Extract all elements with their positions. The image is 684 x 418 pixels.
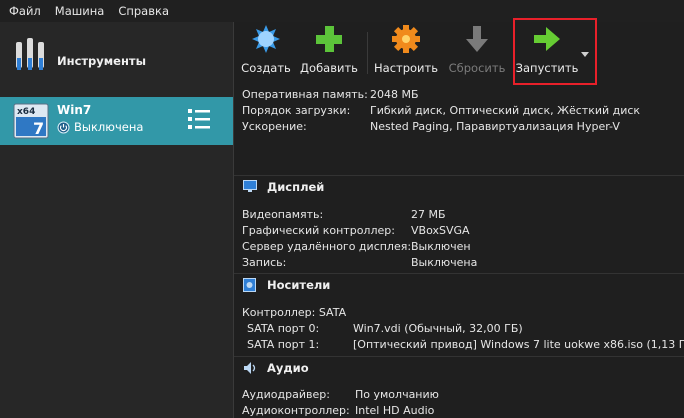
- display-value: Выключена: [411, 256, 478, 269]
- toolbar-separator: [367, 32, 368, 74]
- storage-icon: [243, 278, 256, 292]
- display-key: Сервер удалённого дисплея:: [242, 240, 412, 253]
- display-key: Графический контроллер:: [242, 224, 395, 237]
- display-key: Запись:: [242, 256, 287, 269]
- system-key: Ускорение:: [242, 120, 307, 133]
- vm-state-label: Выключена: [74, 120, 144, 134]
- storage-key: SATA порт 1:: [247, 338, 320, 351]
- create-label: Создать: [241, 61, 291, 75]
- settings-button[interactable]: Настроить: [374, 24, 438, 86]
- system-value: Nested Paging, Паравиртуализация Hyper-V: [370, 120, 620, 133]
- list-menu-icon[interactable]: [187, 107, 211, 133]
- menu-machine[interactable]: Машина: [48, 0, 112, 22]
- display-value: VBoxSVGA: [411, 224, 470, 237]
- settings-label: Настроить: [374, 61, 439, 75]
- display-value: 27 МБ: [411, 208, 446, 221]
- tools-label: Инструменты: [57, 54, 146, 68]
- storage-value: Win7.vdi (Обычный, 32,00 ГБ): [353, 322, 523, 335]
- add-plus-icon: [316, 26, 342, 52]
- audio-section-title: Аудио: [267, 361, 309, 375]
- add-button[interactable]: Добавить: [298, 24, 360, 86]
- system-key: Оперативная память:: [242, 88, 368, 101]
- section-divider: [234, 175, 684, 176]
- discard-button: Сбросить: [447, 24, 507, 86]
- audio-section-header[interactable]: Аудио: [234, 358, 684, 378]
- audio-value: Intel HD Audio: [355, 404, 435, 417]
- tools-item[interactable]: Инструменты: [0, 32, 233, 78]
- audio-key: Аудиоконтроллер:: [242, 404, 350, 417]
- down-arrow-icon: [466, 26, 488, 52]
- display-value: Выключен: [411, 240, 471, 253]
- section-divider: [234, 273, 684, 274]
- details-panel: Создать Добавить Настроить Сбросить Запу…: [233, 18, 684, 418]
- machine-list-panel: Инструменты x64 7 Win7 Выключена: [0, 22, 233, 418]
- create-sun-icon: [252, 25, 280, 53]
- create-button[interactable]: Создать: [240, 24, 292, 86]
- display-section-header[interactable]: Дисплей: [234, 177, 684, 197]
- start-highlight-box: [513, 18, 597, 85]
- storage-section-title: Носители: [267, 278, 331, 292]
- system-value: Гибкий диск, Оптический диск, Жёсткий ди…: [370, 104, 641, 117]
- tools-icon: [16, 38, 44, 70]
- system-key: Порядок загрузки:: [242, 104, 351, 117]
- section-divider: [234, 356, 684, 357]
- audio-key: Аудиодрайвер:: [242, 388, 330, 401]
- storage-section-header[interactable]: Носители: [234, 275, 684, 295]
- add-label: Добавить: [300, 61, 358, 75]
- discard-label: Сбросить: [448, 61, 506, 75]
- power-off-icon: [57, 121, 70, 133]
- system-value: 2048 МБ: [370, 88, 419, 101]
- vm-name: Win7: [57, 103, 92, 117]
- monitor-icon: [243, 180, 257, 192]
- storage-key: SATA порт 0:: [247, 322, 320, 335]
- vm-state: Выключена: [57, 120, 143, 134]
- svg-text:x64: x64: [17, 107, 35, 117]
- storage-value: [Оптический привод] Windows 7 lite uokwe…: [353, 338, 684, 351]
- svg-text:7: 7: [33, 119, 44, 138]
- gear-icon: [392, 25, 420, 53]
- speaker-icon: [244, 362, 256, 374]
- windows7-os-icon: x64 7: [13, 103, 49, 139]
- storage-controller: Контроллер: SATA: [242, 306, 347, 319]
- display-section-title: Дисплей: [267, 180, 325, 194]
- toolbar: Создать Добавить Настроить Сбросить Запу…: [234, 18, 684, 88]
- vm-list-item[interactable]: x64 7 Win7 Выключена: [0, 97, 233, 145]
- display-key: Видеопамять:: [242, 208, 324, 221]
- menu-help[interactable]: Справка: [111, 0, 176, 22]
- audio-value: По умолчанию: [355, 388, 439, 401]
- menu-file[interactable]: Файл: [0, 0, 48, 22]
